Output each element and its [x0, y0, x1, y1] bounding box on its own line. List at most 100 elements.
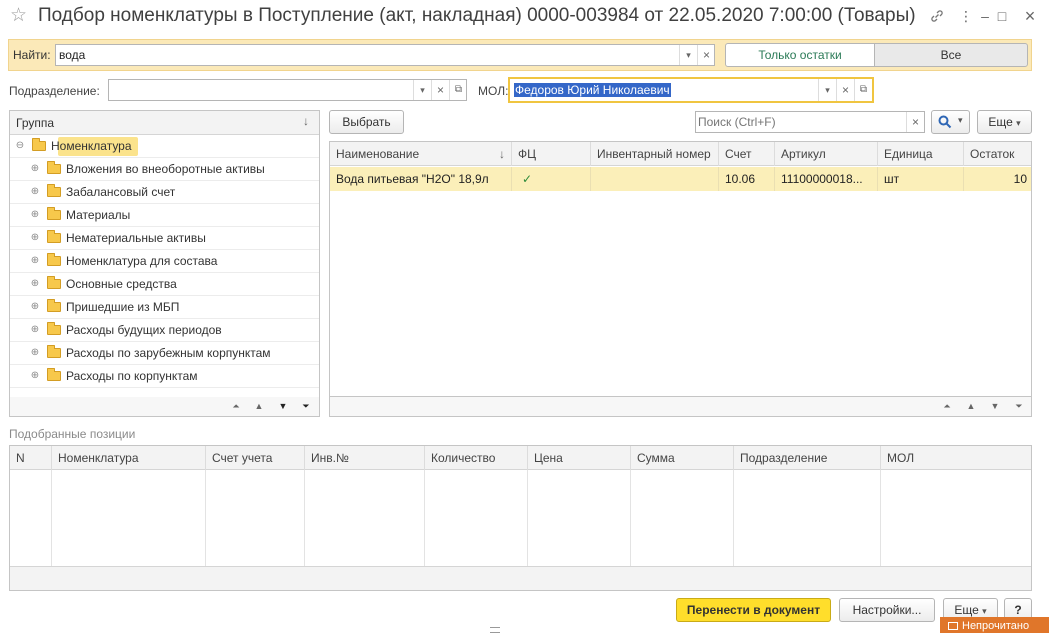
scroll-up-icon[interactable]: ▲ — [248, 398, 270, 415]
items-table-header: Наименование ↓ ФЦ Инвентарный номер Счет… — [330, 142, 1031, 166]
folder-icon — [47, 368, 61, 381]
tree-item-label: Вложения во внеоборотные активы — [66, 162, 265, 176]
tree-item-label: Номенклатура — [51, 139, 132, 153]
selected-table-footer — [10, 566, 1031, 590]
clear-icon[interactable]: × — [697, 45, 715, 65]
col-header[interactable]: Счет учета — [205, 446, 304, 470]
more-label: Еще — [954, 603, 979, 617]
tree-item[interactable]: ⊕ Вложения во внеоборотные активы — [10, 158, 319, 181]
clear-icon[interactable]: × — [906, 112, 924, 132]
col-header[interactable]: Единица — [877, 142, 963, 166]
tree-item[interactable]: ⊕ Основные средства — [10, 273, 319, 296]
only-remains-toggle[interactable]: Только остатки — [725, 43, 875, 67]
dropdown-icon[interactable]: ▾ — [818, 79, 836, 101]
selected-table: N Номенклатура Счет учета Инв.№ Количест… — [9, 445, 1032, 591]
table-search-field[interactable] — [698, 113, 903, 131]
select-button[interactable]: Выбрать — [329, 110, 404, 134]
tree-item[interactable]: ⊕ Нематериальные активы — [10, 227, 319, 250]
expand-icon[interactable]: ⊕ — [30, 256, 40, 266]
expand-icon[interactable]: ⊕ — [30, 348, 40, 358]
col-header[interactable]: Подразделение — [733, 446, 880, 470]
scroll-top-icon[interactable]: ⏶ — [936, 398, 958, 415]
tree-header-label: Группа — [16, 116, 55, 130]
subdivision-field[interactable]: ▾ × ⧉ — [108, 79, 467, 101]
table-row[interactable]: Вода питьевая "Н2О" 18,9л ✓ 10.06 111000… — [330, 167, 1031, 191]
expand-icon[interactable]: ⊕ — [30, 279, 40, 289]
col-header[interactable]: Остаток — [963, 142, 1031, 166]
mol-value: Федоров Юрий Николаевич — [514, 83, 671, 97]
close-icon[interactable]: × — [1018, 4, 1042, 28]
col-header[interactable]: Номенклатура — [51, 446, 205, 470]
settings-button[interactable]: Настройки... — [839, 598, 935, 622]
scroll-up-icon[interactable]: ▲ — [960, 398, 982, 415]
tree-item-label: Номенклатура для состава — [66, 254, 218, 268]
collapse-icon[interactable]: ⊖ — [15, 141, 25, 151]
table-nav-bar: ⏶ ▲ ▼ ⏷ — [329, 397, 1032, 417]
tree-item[interactable]: ⊕ Пришедшие из МБП — [10, 296, 319, 319]
col-header[interactable]: Сумма — [630, 446, 733, 470]
expand-icon[interactable]: ⊕ — [30, 187, 40, 197]
all-toggle[interactable]: Все — [874, 43, 1028, 67]
transfer-button[interactable]: Перенести в документ — [676, 598, 831, 622]
tree-item[interactable]: ⊕ Материалы — [10, 204, 319, 227]
resize-grip-icon[interactable] — [490, 627, 500, 633]
sort-down-icon[interactable]: ↓ — [303, 114, 309, 128]
open-icon[interactable]: ⧉ — [449, 80, 467, 100]
col-header[interactable]: Счет — [718, 142, 774, 166]
col-header[interactable]: МОЛ — [880, 446, 1031, 470]
expand-icon[interactable]: ⊕ — [30, 371, 40, 381]
clear-icon[interactable]: × — [836, 79, 854, 101]
scroll-bottom-icon[interactable]: ⏷ — [295, 398, 317, 415]
scroll-bottom-icon[interactable]: ⏷ — [1008, 398, 1030, 415]
clear-icon[interactable]: × — [431, 80, 449, 100]
tree-item-label: Расходы по корпунктам — [66, 369, 198, 383]
col-header[interactable]: Цена — [527, 446, 630, 470]
folder-icon — [47, 345, 61, 358]
table-search-input[interactable]: × — [695, 111, 925, 133]
tree-item[interactable]: ⊕ Расходы будущих периодов — [10, 319, 319, 342]
open-icon[interactable]: ⧉ — [854, 79, 872, 101]
dropdown-icon[interactable]: ▾ — [679, 45, 697, 65]
tree-item-label: Расходы будущих периодов — [66, 323, 222, 337]
selected-title: Подобранные позиции — [9, 427, 136, 441]
search-options-button[interactable]: ▾ — [931, 110, 970, 134]
chevron-down-icon: ▾ — [1016, 118, 1021, 128]
notification-badge[interactable]: Непрочитано — [940, 617, 1049, 633]
chevron-down-icon: ▾ — [958, 115, 963, 125]
search-input[interactable]: вода ▾ × — [55, 44, 715, 66]
expand-icon[interactable]: ⊕ — [30, 233, 40, 243]
tree-item-label: Основные средства — [66, 277, 177, 291]
col-header[interactable]: Наименование ↓ — [330, 142, 511, 166]
expand-icon[interactable]: ⊕ — [30, 325, 40, 335]
sort-down-icon[interactable]: ↓ — [499, 142, 505, 166]
col-header[interactable]: N — [10, 446, 51, 470]
tree-item-root[interactable]: ⊖ Номенклатура — [10, 135, 319, 158]
chevron-down-icon: ▾ — [982, 606, 987, 616]
favorite-star-icon[interactable]: ☆ — [10, 4, 32, 28]
tree-item[interactable]: ⊕ Забалансовый счет — [10, 181, 319, 204]
more-button[interactable]: Еще ▾ — [977, 110, 1032, 134]
col-header-label: Наименование — [336, 147, 420, 161]
scroll-top-icon[interactable]: ⏶ — [225, 398, 247, 415]
tree-item[interactable]: ⊕ Расходы по зарубежным корпунктам — [10, 342, 319, 365]
folder-icon — [47, 207, 61, 220]
col-header[interactable]: ФЦ — [511, 142, 590, 166]
link-icon[interactable] — [925, 4, 949, 28]
expand-icon[interactable]: ⊕ — [30, 302, 40, 312]
scroll-down-icon[interactable]: ▼ — [984, 398, 1006, 415]
col-header[interactable]: Количество — [424, 446, 527, 470]
cell-inventory — [590, 167, 718, 191]
tree-item[interactable]: ⊕ Расходы по корпунктам — [10, 365, 319, 388]
expand-icon[interactable]: ⊕ — [30, 210, 40, 220]
maximize-icon[interactable]: □ — [990, 4, 1014, 28]
tree-item[interactable]: ⊕ Номенклатура для состава — [10, 250, 319, 273]
folder-icon — [47, 276, 61, 289]
col-header[interactable]: Инвентарный номер — [590, 142, 718, 166]
expand-icon[interactable]: ⊕ — [30, 164, 40, 174]
dropdown-icon[interactable]: ▾ — [413, 80, 431, 100]
subdivision-label: Подразделение: — [9, 84, 100, 98]
scroll-down-icon[interactable]: ▼ — [272, 398, 294, 415]
mol-field[interactable]: Федоров Юрий Николаевич ▾ × ⧉ — [508, 77, 874, 103]
col-header[interactable]: Инв.№ — [304, 446, 424, 470]
col-header[interactable]: Артикул — [774, 142, 877, 166]
